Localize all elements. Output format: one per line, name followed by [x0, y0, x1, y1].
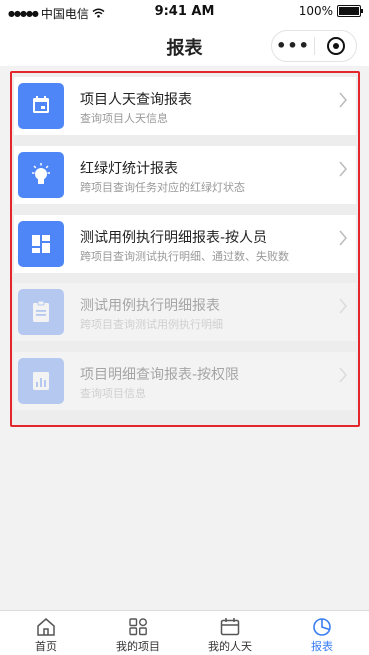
tab-bar: 首页 我的项目 我的人天 报表	[0, 610, 369, 655]
report-desc: 跨项目查询测试执行明细、通过数、失败数	[80, 250, 289, 263]
chevron-right-icon	[338, 230, 348, 250]
tab-label: 首页	[35, 640, 57, 653]
report-desc: 查询项目人天信息	[80, 112, 168, 125]
more-button[interactable]: •••	[272, 31, 314, 61]
chevron-right-icon	[338, 92, 348, 112]
report-item-person-days[interactable]: 项目人天查询报表 查询项目人天信息	[14, 77, 356, 135]
status-bar: ●●●●● 中国电信 9:41 AM 100%	[0, 0, 369, 24]
tab-my-person-days[interactable]: 我的人天	[184, 611, 276, 655]
home-icon	[37, 618, 55, 636]
report-title: 项目人天查询报表	[80, 92, 192, 108]
apps-icon	[129, 618, 147, 636]
tab-my-projects[interactable]: 我的项目	[92, 611, 184, 655]
calendar-icon	[220, 618, 240, 636]
report-title: 测试用例执行明细报表-按人员	[80, 230, 268, 246]
report-item-traffic-light[interactable]: 红绿灯统计报表 跨项目查询任务对应的红绿灯状态	[14, 146, 356, 204]
mini-program-capsule: •••	[271, 30, 357, 62]
clipboard-icon	[18, 289, 64, 335]
chevron-right-icon	[338, 161, 348, 181]
tab-reports[interactable]: 报表	[276, 611, 368, 655]
report-title: 测试用例执行明细报表	[80, 298, 220, 314]
report-desc: 跨项目查询任务对应的红绿灯状态	[80, 181, 245, 194]
battery-icon	[337, 5, 363, 17]
report-item-project-detail[interactable]: 项目明细查询报表-按权限 查询项目信息	[14, 352, 356, 410]
nav-bar: 报表 •••	[0, 24, 369, 66]
target-icon	[326, 37, 345, 55]
chevron-right-icon	[338, 298, 348, 318]
report-desc: 跨项目查询测试用例执行明细	[80, 318, 223, 331]
bar-chart-icon	[18, 358, 64, 404]
lightbulb-icon	[18, 152, 64, 198]
calendar-icon	[18, 83, 64, 129]
tab-label: 报表	[311, 640, 333, 653]
pie-chart-icon	[313, 618, 331, 636]
report-list: 项目人天查询报表 查询项目人天信息 红绿灯统计报表 跨项目查询任务对应的红绿灯状…	[10, 71, 360, 427]
chevron-right-icon	[338, 367, 348, 387]
report-desc: 查询项目信息	[80, 387, 146, 400]
tab-label: 我的人天	[208, 640, 252, 653]
battery-percent: 100%	[298, 4, 333, 18]
report-title: 项目明细查询报表-按权限	[80, 367, 240, 383]
close-button[interactable]	[315, 37, 356, 55]
report-item-test-case-by-person[interactable]: 测试用例执行明细报表-按人员 跨项目查询测试执行明细、通过数、失败数	[14, 215, 356, 273]
tab-label: 我的项目	[116, 640, 160, 653]
tab-home[interactable]: 首页	[0, 611, 92, 655]
dashboard-icon	[18, 221, 64, 267]
report-title: 红绿灯统计报表	[80, 161, 178, 177]
report-item-test-case-detail[interactable]: 测试用例执行明细报表 跨项目查询测试用例执行明细	[14, 283, 356, 341]
